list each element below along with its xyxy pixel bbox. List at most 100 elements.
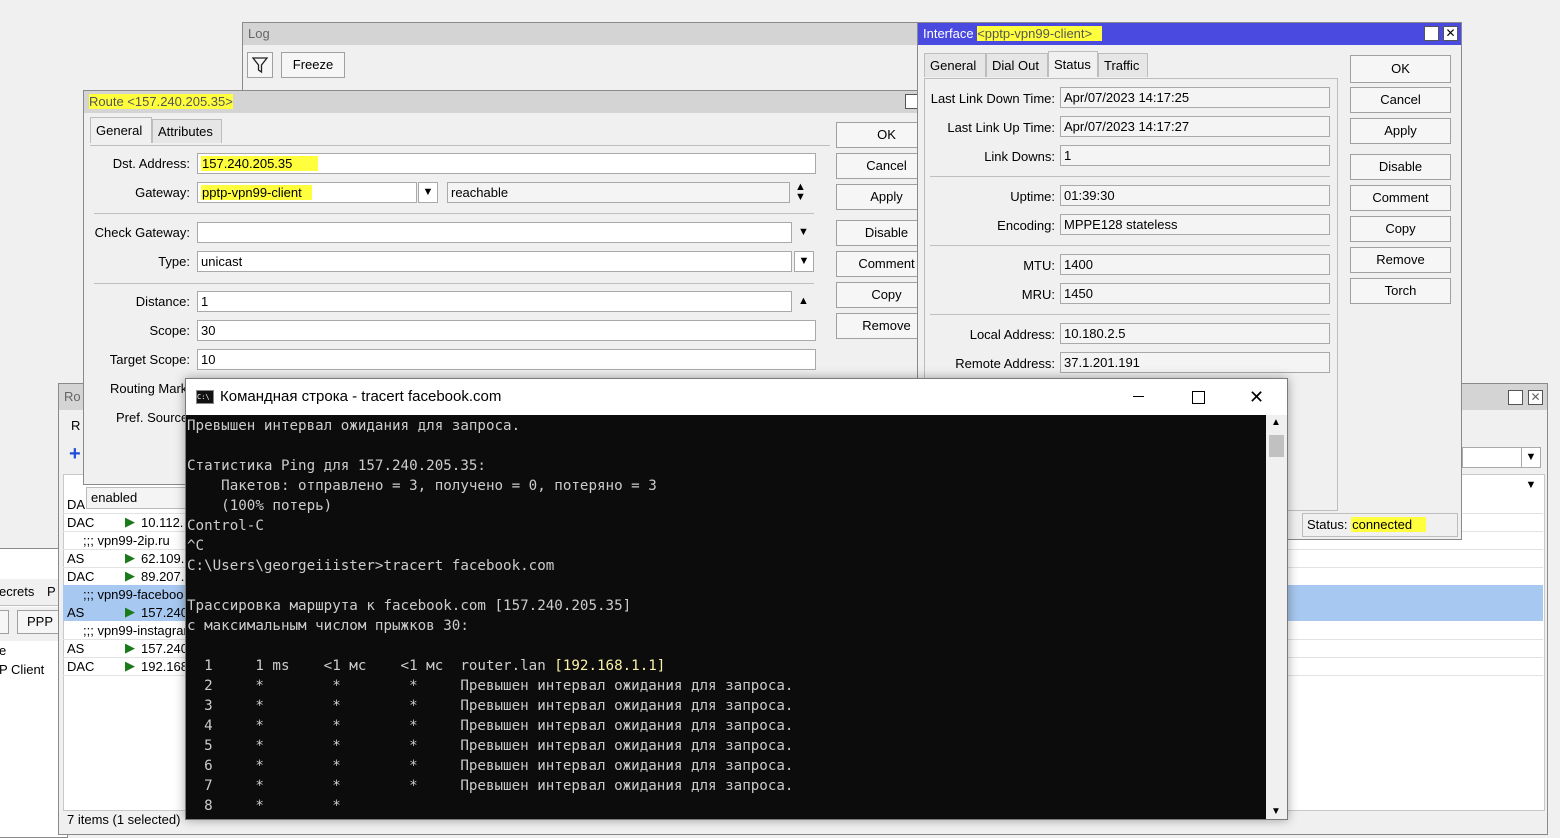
mtu-label: MTU: — [1023, 258, 1055, 273]
mru-value: 1450 — [1060, 283, 1330, 304]
status-bar: Status: connected — [1302, 513, 1458, 537]
console-line: 2 * * * Превышен интервал ожидания для з… — [187, 678, 794, 694]
gateway-field[interactable]: pptp-vpn99-client — [197, 182, 417, 203]
scroll-up-icon[interactable]: ▲ — [1271, 417, 1281, 428]
cmd-title-bar[interactable]: C:\ Командная строка - tracert facebook.… — [186, 379, 1287, 415]
console-line: Трассировка маршрута к facebook.com [157… — [187, 598, 632, 614]
remote-address-value: 37.1.201.191 — [1060, 352, 1330, 373]
tab-attributes[interactable]: Attributes — [152, 119, 222, 143]
last-link-down-time-label: Last Link Down Time: — [930, 91, 1055, 106]
copy-button[interactable]: Copy — [1350, 216, 1451, 242]
console-output[interactable]: Превышен интервал ожидания для запроса. … — [186, 415, 1266, 819]
console-line: 8 * * — [187, 798, 341, 814]
console-line: Пакетов: отправлено = 3, получено = 0, п… — [187, 478, 657, 494]
log-title-bar[interactable]: Log — [243, 23, 941, 45]
interface-title-name: <pptp-vpn99-client> — [977, 26, 1103, 41]
status-label: Status: — [1307, 517, 1348, 532]
console-line: 6 * * * Превышен интервал ожидания для з… — [187, 758, 794, 774]
hop1-ip: [192.168.1.1] — [554, 658, 666, 674]
tab-dial-out[interactable]: Dial Out — [986, 53, 1048, 77]
apply-button[interactable]: Apply — [1350, 118, 1451, 144]
dst-address-label: Dst. Address: — [112, 156, 190, 171]
routes-filter-dropdown[interactable]: ▼ — [1521, 447, 1541, 468]
tab-secrets[interactable]: ecrets — [0, 584, 34, 599]
target-scope-field[interactable]: 10 — [197, 349, 816, 370]
scroll-down-icon[interactable]: ▼ — [1271, 806, 1281, 817]
tab-traffic[interactable]: Traffic — [1098, 53, 1148, 77]
filter-icon — [251, 57, 269, 74]
scope-field[interactable]: 30 — [197, 320, 816, 341]
torch-button[interactable]: Torch — [1350, 278, 1451, 304]
columns-dropdown[interactable]: ▼ — [1521, 476, 1541, 497]
tab-status[interactable]: Status — [1048, 51, 1098, 77]
cmd-window: C:\ Командная строка - tracert facebook.… — [185, 378, 1288, 820]
ppp-button[interactable]: PPP — [17, 610, 63, 634]
ppp-small-button[interactable] — [0, 610, 9, 634]
check-gateway-dropdown[interactable]: ▼ — [798, 226, 809, 238]
freeze-button[interactable]: Freeze — [281, 52, 345, 78]
route-title-bar[interactable]: Route <157.240.205.35> — [84, 91, 922, 113]
distance-collapse-icon[interactable]: ▲ — [798, 295, 809, 307]
gateway-dropdown[interactable]: ▼ — [418, 182, 438, 203]
cmd-title: Командная строка - tracert facebook.com — [220, 388, 502, 405]
routing-mark-label: Routing Mark — [110, 381, 188, 396]
cancel-button[interactable]: Cancel — [1350, 87, 1451, 113]
local-address-value: 10.180.2.5 — [1060, 323, 1330, 344]
interface-title-bar[interactable]: Interface <pptp-vpn99-client> ✕ — [918, 23, 1461, 45]
ok-button[interactable]: OK — [1350, 55, 1451, 83]
minimize-icon[interactable] — [1133, 379, 1145, 415]
ppp-row-client[interactable]: P Client — [0, 662, 44, 677]
last-link-up-time-label: Last Link Up Time: — [947, 120, 1055, 135]
local-address-label: Local Address: — [969, 327, 1055, 342]
comment-button[interactable]: Comment — [1350, 185, 1451, 211]
link-downs-label: Link Downs: — [984, 149, 1055, 164]
route-title: Route <157.240.205.35> — [89, 94, 233, 109]
console-line: (100% потерь) — [187, 498, 333, 514]
dst-address-field[interactable]: 157.240.205.35 — [197, 153, 816, 174]
console-line: C:\Users\georgeiiister>tracert facebook.… — [187, 558, 555, 574]
log-title: Log — [248, 26, 270, 41]
console-line: Статистика Ping для 157.240.205.35: — [187, 458, 486, 474]
console-line: 3 * * * Превышен интервал ожидания для з… — [187, 698, 794, 714]
last-link-down-time-value: Apr/07/2023 14:17:25 — [1060, 87, 1330, 108]
updown-icon[interactable]: ▲ ▼ — [795, 182, 806, 203]
console-scrollbar[interactable]: ▲ ▼ — [1266, 415, 1287, 819]
routes-title: Ro — [64, 389, 81, 404]
console-line-hop1: 1 1 ms <1 мс <1 мс router.lan [192.168.1… — [187, 658, 666, 674]
maximize-icon[interactable] — [1424, 26, 1439, 41]
distance-field[interactable]: 1 — [197, 291, 792, 312]
routes-filter-field[interactable] — [1462, 447, 1527, 468]
status-value: connected — [1351, 517, 1427, 532]
console-line: ^C — [187, 538, 205, 554]
scope-label: Scope: — [149, 323, 190, 338]
remove-button[interactable]: Remove — [1350, 247, 1451, 273]
scroll-thumb[interactable] — [1269, 435, 1284, 457]
close-icon[interactable]: ✕ — [1528, 390, 1543, 405]
close-icon[interactable]: ✕ — [1249, 379, 1264, 415]
gateway-label: Gateway: — [135, 185, 190, 200]
tab-general[interactable]: General — [924, 53, 986, 77]
last-link-up-time-value: Apr/07/2023 14:17:27 — [1060, 116, 1330, 137]
remote-address-label: Remote Address: — [955, 356, 1055, 371]
close-icon[interactable]: ✕ — [1443, 26, 1458, 41]
filter-button[interactable] — [247, 52, 273, 78]
disable-button[interactable]: Disable — [1350, 154, 1451, 180]
ppp-row-e[interactable]: e — [0, 643, 6, 658]
console-line: Control-C — [187, 518, 264, 534]
add-icon[interactable]: + — [69, 444, 81, 464]
log-window: Log Freeze — [242, 22, 942, 92]
maximize-icon[interactable] — [1508, 390, 1523, 405]
maximize-icon[interactable] — [1192, 391, 1205, 404]
target-scope-label: Target Scope: — [109, 352, 190, 367]
console-line: 4 * * * Превышен интервал ожидания для з… — [187, 718, 794, 734]
tab-general[interactable]: General — [90, 117, 152, 143]
link-downs-value: 1 — [1060, 145, 1330, 166]
distance-label: Distance: — [135, 294, 190, 309]
check-gateway-field[interactable] — [197, 222, 792, 243]
tab-p[interactable]: P — [47, 584, 56, 599]
type-field[interactable]: unicast — [197, 251, 792, 272]
type-dropdown[interactable]: ▼ — [794, 251, 814, 272]
console-line: с максимальным числом прыжков 30: — [187, 618, 469, 634]
encoding-label: Encoding: — [997, 218, 1055, 233]
routes-tab[interactable]: R — [71, 418, 80, 433]
